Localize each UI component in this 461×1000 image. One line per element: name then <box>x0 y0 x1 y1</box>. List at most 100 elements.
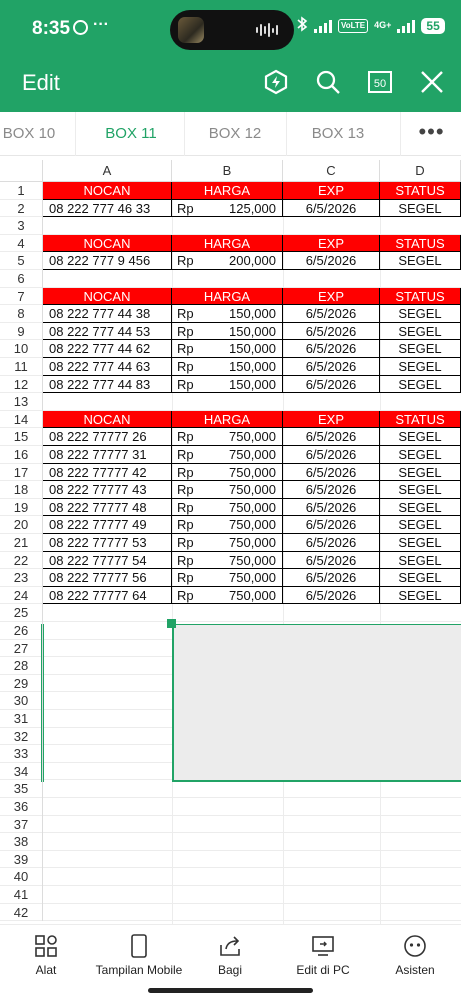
row-header-17[interactable]: 17 <box>0 463 43 482</box>
header-cell-a[interactable]: NOCAN <box>43 182 172 200</box>
header-cell-b[interactable]: HARGA <box>172 182 283 200</box>
selection-handle[interactable] <box>167 619 176 628</box>
row-header-27[interactable]: 27 <box>0 639 43 658</box>
tab-box-13[interactable]: BOX 13 <box>291 112 385 156</box>
row-header-31[interactable]: 31 <box>0 710 43 728</box>
cell-b18[interactable]: Rp 750,000 <box>172 481 283 499</box>
cell-b9[interactable]: Rp 150,000 <box>172 322 283 341</box>
cell-c19[interactable]: 6/5/2026 <box>283 498 380 517</box>
tab-box-11[interactable]: BOX 11 <box>84 112 178 156</box>
row-header-6[interactable]: 6 <box>0 270 43 288</box>
search-icon[interactable] <box>314 68 342 96</box>
column-header-c[interactable]: C <box>283 160 380 182</box>
header-cell-c[interactable]: EXP <box>283 182 380 200</box>
row-header-35[interactable]: 35 <box>0 780 43 798</box>
mobile-view-button[interactable]: Tampilan Mobile <box>92 933 186 977</box>
cell-a12[interactable]: 08 222 777 44 83 <box>43 375 172 394</box>
cell-d20[interactable]: SEGEL <box>380 516 461 534</box>
row-header-8[interactable]: 8 <box>0 305 43 323</box>
cell-b23[interactable]: Rp 750,000 <box>172 569 283 587</box>
cell-a20[interactable]: 08 222 77777 49 <box>43 516 172 534</box>
cell-a11[interactable]: 08 222 777 44 63 <box>43 358 172 376</box>
cell-a10[interactable]: 08 222 777 44 62 <box>43 340 172 358</box>
column-header-d[interactable]: D <box>380 160 461 182</box>
cell-a5[interactable]: 08 222 777 9 456 <box>43 252 172 270</box>
row-header-14[interactable]: 14 <box>0 410 43 429</box>
lightning-hexagon-icon[interactable] <box>262 68 290 96</box>
cell-b5[interactable]: Rp 200,000 <box>172 252 283 270</box>
row-header-18[interactable]: 18 <box>0 481 43 499</box>
header-cell-c[interactable]: EXP <box>283 410 380 429</box>
header-cell-c[interactable]: EXP <box>283 287 380 306</box>
header-cell-b[interactable]: HARGA <box>172 234 283 253</box>
row-header-39[interactable]: 39 <box>0 850 43 869</box>
selected-range[interactable] <box>172 624 461 782</box>
cell-d23[interactable]: SEGEL <box>380 569 461 587</box>
cell-b8[interactable]: Rp 150,000 <box>172 305 283 323</box>
row-header-12[interactable]: 12 <box>0 375 43 394</box>
header-cell-d[interactable]: STATUS <box>380 287 461 306</box>
header-cell-d[interactable]: STATUS <box>380 410 461 429</box>
row-header-41[interactable]: 41 <box>0 886 43 904</box>
cell-b17[interactable]: Rp 750,000 <box>172 463 283 482</box>
cell-b2[interactable]: Rp 125,000 <box>172 199 283 218</box>
row-header-28[interactable]: 28 <box>0 657 43 675</box>
cell-a18[interactable]: 08 222 77777 43 <box>43 481 172 499</box>
row-header-29[interactable]: 29 <box>0 674 43 693</box>
cell-a22[interactable]: 08 222 77777 54 <box>43 551 172 570</box>
cell-c22[interactable]: 6/5/2026 <box>283 551 380 570</box>
tab-box-12[interactable]: BOX 12 <box>188 112 282 156</box>
header-cell-d[interactable]: STATUS <box>380 234 461 253</box>
cell-b10[interactable]: Rp 150,000 <box>172 340 283 358</box>
row-header-22[interactable]: 22 <box>0 551 43 570</box>
cell-c11[interactable]: 6/5/2026 <box>283 358 380 376</box>
row-header-3[interactable]: 3 <box>0 217 43 235</box>
cell-d19[interactable]: SEGEL <box>380 498 461 517</box>
cell-c20[interactable]: 6/5/2026 <box>283 516 380 534</box>
cell-d24[interactable]: SEGEL <box>380 586 461 605</box>
cell-a21[interactable]: 08 222 77777 53 <box>43 534 172 552</box>
column-header-a[interactable]: A <box>43 160 172 182</box>
cell-d21[interactable]: SEGEL <box>380 534 461 552</box>
row-header-15[interactable]: 15 <box>0 428 43 446</box>
cell-a17[interactable]: 08 222 77777 42 <box>43 463 172 482</box>
header-cell-c[interactable]: EXP <box>283 234 380 253</box>
tab-box-10[interactable]: BOX 10 <box>0 112 58 156</box>
row-header-4[interactable]: 4 <box>0 234 43 253</box>
row-header-26[interactable]: 26 <box>0 622 43 640</box>
more-tabs-button[interactable]: ••• <box>402 112 461 156</box>
header-cell-a[interactable]: NOCAN <box>43 287 172 306</box>
row-header-30[interactable]: 30 <box>0 692 43 710</box>
cell-b15[interactable]: Rp 750,000 <box>172 428 283 446</box>
row-header-24[interactable]: 24 <box>0 586 43 605</box>
cell-c2[interactable]: 6/5/2026 <box>283 199 380 218</box>
cell-c9[interactable]: 6/5/2026 <box>283 322 380 341</box>
header-cell-a[interactable]: NOCAN <box>43 410 172 429</box>
row-header-36[interactable]: 36 <box>0 798 43 816</box>
corner-cell[interactable] <box>0 160 43 182</box>
row-header-1[interactable]: 1 <box>0 182 43 200</box>
cell-d15[interactable]: SEGEL <box>380 428 461 446</box>
row-header-37[interactable]: 37 <box>0 815 43 834</box>
cell-b20[interactable]: Rp 750,000 <box>172 516 283 534</box>
cell-c16[interactable]: 6/5/2026 <box>283 446 380 464</box>
cell-c15[interactable]: 6/5/2026 <box>283 428 380 446</box>
cell-a8[interactable]: 08 222 777 44 38 <box>43 305 172 323</box>
cell-c18[interactable]: 6/5/2026 <box>283 481 380 499</box>
row-header-13[interactable]: 13 <box>0 393 43 411</box>
cell-c8[interactable]: 6/5/2026 <box>283 305 380 323</box>
row-header-38[interactable]: 38 <box>0 833 43 851</box>
assistant-button[interactable]: Asisten <box>388 933 442 977</box>
spreadsheet-grid[interactable]: A B C D 1 NOCAN HARGA EXP STATUS 2 08 222 777 … <box>0 160 461 924</box>
cell-c5[interactable]: 6/5/2026 <box>283 252 380 270</box>
row-header-33[interactable]: 33 <box>0 745 43 763</box>
row-header-19[interactable]: 19 <box>0 498 43 517</box>
cell-c23[interactable]: 6/5/2026 <box>283 569 380 587</box>
cell-b16[interactable]: Rp 750,000 <box>172 446 283 464</box>
cell-b11[interactable]: Rp 150,000 <box>172 358 283 376</box>
row-header-2[interactable]: 2 <box>0 199 43 218</box>
row-header-20[interactable]: 20 <box>0 516 43 534</box>
cell-d10[interactable]: SEGEL <box>380 340 461 358</box>
cell-d22[interactable]: SEGEL <box>380 551 461 570</box>
cell-d2[interactable]: SEGEL <box>380 199 461 218</box>
